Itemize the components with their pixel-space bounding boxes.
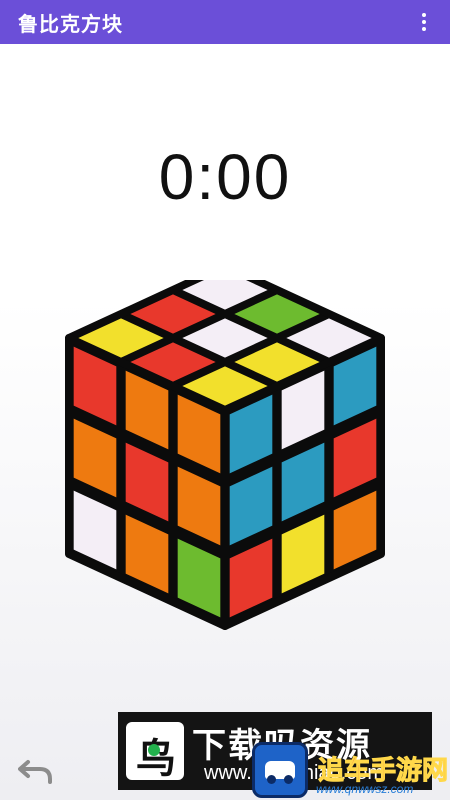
watermark-logo-icon: 鸟 bbox=[126, 722, 184, 782]
undo-arrow-icon[interactable] bbox=[18, 756, 54, 786]
app-bar: 鲁比克方块 bbox=[0, 0, 450, 44]
car-logo-icon bbox=[252, 742, 308, 798]
watermark-brand-url: www.qnwwsz.com bbox=[316, 782, 414, 796]
app-title: 鲁比克方块 bbox=[18, 11, 123, 36]
overflow-menu-icon[interactable] bbox=[412, 7, 436, 37]
timer-display: 0:00 bbox=[158, 141, 292, 213]
rubiks-cube[interactable] bbox=[30, 262, 420, 640]
cube-canvas[interactable] bbox=[30, 262, 420, 640]
